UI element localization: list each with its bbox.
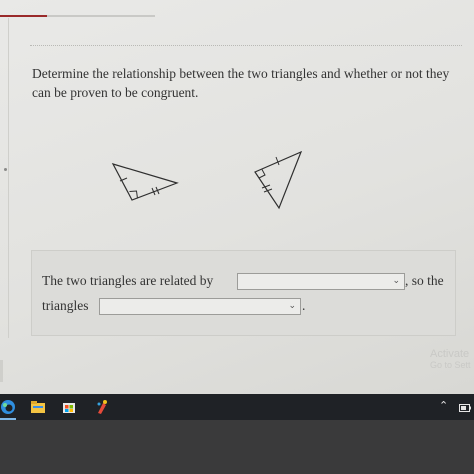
- answer-prefix: The two triangles are related by: [42, 273, 214, 288]
- triangle-right: [254, 150, 303, 210]
- relationship-dropdown[interactable]: ⌄: [237, 273, 405, 290]
- browser-viewport: Determine the relationship between the t…: [0, 0, 474, 394]
- watermark-line1: Activate: [430, 348, 470, 360]
- answer-suffix: .: [302, 298, 306, 313]
- watermark-line2: Go to Sett: [430, 360, 471, 370]
- progress-bar: [0, 15, 155, 17]
- top-bar: [0, 0, 474, 18]
- triangle-left: [111, 163, 179, 201]
- progress-fill: [0, 15, 47, 17]
- answer-line2-label: triangles: [42, 298, 89, 313]
- chevron-up-icon[interactable]: ⌃: [439, 399, 448, 412]
- battery-icon[interactable]: [459, 402, 471, 415]
- taskbar: ⌃: [0, 394, 474, 420]
- edge-icon[interactable]: [0, 399, 16, 415]
- answer-panel: The two triangles are related by ⌄ , so …: [31, 250, 456, 336]
- question-text: Determine the relationship between the t…: [32, 66, 450, 100]
- paint-icon[interactable]: [94, 399, 110, 415]
- congruence-dropdown[interactable]: ⌄: [99, 298, 301, 315]
- divider: [30, 45, 462, 46]
- answer-middle: , so the: [405, 273, 444, 288]
- chevron-down-icon: ⌄: [288, 301, 296, 311]
- file-explorer-icon[interactable]: [30, 399, 46, 415]
- store-icon[interactable]: [61, 399, 77, 415]
- activation-watermark: Activate Go to Sett: [430, 348, 474, 370]
- bezel: [0, 420, 474, 474]
- chevron-down-icon: ⌄: [392, 276, 400, 286]
- side-widget: [0, 360, 3, 382]
- triangles-figure: [111, 150, 303, 210]
